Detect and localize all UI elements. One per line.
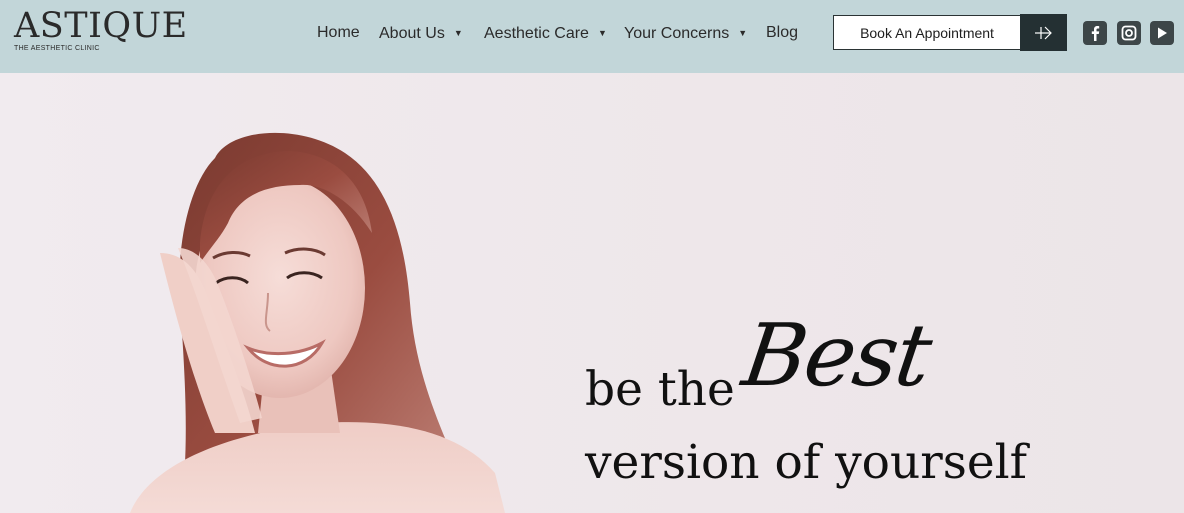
facebook-icon — [1091, 26, 1100, 41]
brand-name: ASTIQUE — [14, 6, 188, 46]
hero-section: be the Best version of yourself — [0, 73, 1184, 513]
hero-woman-photo — [130, 132, 505, 513]
arrow-right-icon — [1034, 26, 1052, 39]
nav-item-label: Blog — [766, 24, 799, 41]
instagram-icon — [1121, 25, 1137, 41]
book-appointment-button[interactable]: Book An Appointment — [833, 15, 1021, 50]
book-appointment-label: Book An Appointment — [860, 24, 994, 41]
nav-item-about-us[interactable]: About Us ▼ — [379, 23, 463, 44]
youtube-icon — [1158, 27, 1167, 39]
nav-item-home[interactable]: Home — [317, 23, 360, 43]
nav-item-blog[interactable]: Blog — [766, 23, 798, 43]
nav-item-label: About Us — [379, 25, 445, 42]
caret-down-icon: ▼ — [453, 28, 463, 38]
brand-logo[interactable]: ASTIQUE THE AESTHETIC CLINIC — [14, 8, 188, 52]
instagram-link[interactable] — [1117, 21, 1141, 45]
caret-down-icon: ▼ — [738, 28, 748, 38]
nav-item-label: Home — [317, 24, 360, 41]
facebook-link[interactable] — [1083, 21, 1107, 45]
nav-item-label: Your Concerns — [624, 25, 730, 42]
nav-item-your-concerns[interactable]: Your Concerns ▼ — [624, 23, 747, 44]
hero-headline-line2: version of yourself — [585, 435, 1028, 490]
nav-item-aesthetic-care[interactable]: Aesthetic Care ▼ — [484, 23, 607, 44]
hero-headline-prefix: be the — [585, 362, 735, 417]
book-appointment-arrow-button[interactable] — [1020, 14, 1067, 51]
caret-down-icon: ▼ — [597, 28, 607, 38]
youtube-link[interactable] — [1150, 21, 1174, 45]
site-header: ASTIQUE THE AESTHETIC CLINIC Home About … — [0, 0, 1184, 73]
brand-tagline: THE AESTHETIC CLINIC — [14, 45, 100, 52]
nav-item-label: Aesthetic Care — [484, 25, 589, 42]
hero-headline-emphasis: Best — [736, 306, 936, 406]
